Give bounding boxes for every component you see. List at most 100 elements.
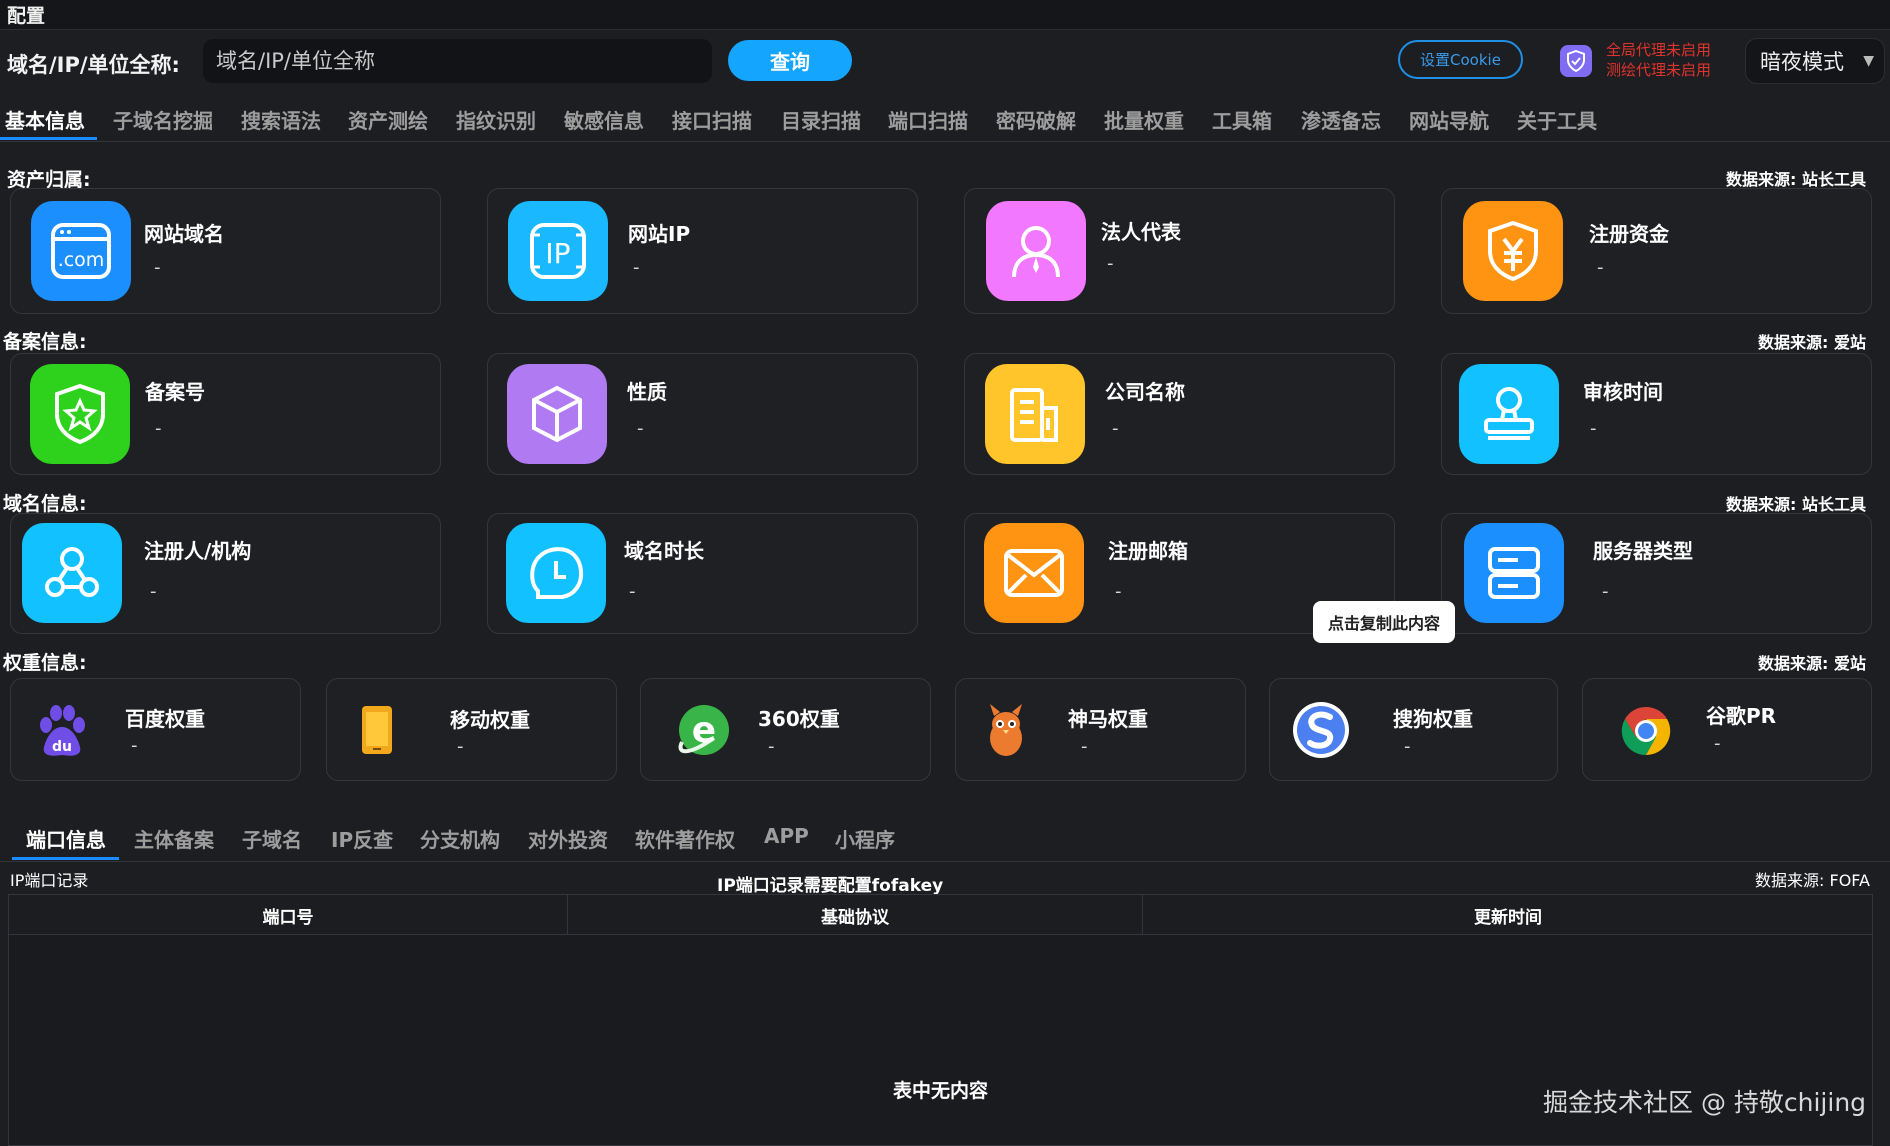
card-value[interactable]: - <box>155 418 162 439</box>
tab-toolbox[interactable]: 工具箱 <box>1212 105 1272 134</box>
tab-api-scan[interactable]: 接口扫描 <box>672 105 752 134</box>
card-value[interactable]: - <box>637 418 644 439</box>
tab-software-copyright[interactable]: 软件著作权 <box>635 824 735 853</box>
tab-pentest-notes[interactable]: 渗透备忘 <box>1301 105 1381 134</box>
card-registrant[interactable]: 注册人/机构 - <box>10 513 441 634</box>
card-review-time[interactable]: 审核时间 - <box>1441 353 1872 475</box>
tab-search-syntax[interactable]: 搜索语法 <box>241 105 321 134</box>
card-value[interactable]: - <box>1112 418 1119 439</box>
section-source-icp: 数据来源: 爱站 <box>1758 333 1866 352</box>
card-value[interactable]: - <box>131 735 138 756</box>
theme-mode-select[interactable]: 暗夜模式 ▼ <box>1745 38 1885 84</box>
card-reg-capital[interactable]: 注册资金 - <box>1441 188 1872 314</box>
card-title: 谷歌PR <box>1706 704 1777 728</box>
card-title: 注册人/机构 <box>144 539 252 563</box>
tab-fingerprint[interactable]: 指纹识别 <box>456 105 536 134</box>
tab-site-nav[interactable]: 网站导航 <box>1409 105 1489 134</box>
tab-investments[interactable]: 对外投资 <box>528 824 608 853</box>
tab-sensitive-info[interactable]: 敏感信息 <box>564 105 644 134</box>
menu-config[interactable]: 配置 <box>7 1 45 28</box>
tab-subdomains[interactable]: 子域名 <box>242 824 302 853</box>
tab-subdomain[interactable]: 子域名挖掘 <box>113 105 213 134</box>
card-google-pr[interactable]: 谷歌PR - <box>1582 678 1872 781</box>
card-title: 服务器类型 <box>1593 539 1693 563</box>
tab-asset-mapping[interactable]: 资产测绘 <box>348 105 428 134</box>
svg-text:IP: IP <box>545 237 570 270</box>
card-icp-number[interactable]: 备案号 - <box>10 353 441 475</box>
section-source-domain: 数据来源: 站长工具 <box>1726 495 1866 514</box>
active-detail-tab-indicator <box>12 857 119 860</box>
card-site-ip[interactable]: IP 网站IP - <box>487 188 918 314</box>
card-value[interactable]: - <box>1590 418 1597 439</box>
section-title-icp: 备案信息: <box>3 331 87 353</box>
svg-text:.com: .com <box>58 249 105 271</box>
tab-app[interactable]: APP <box>764 824 809 848</box>
tab-basic-info[interactable]: 基本信息 <box>5 105 85 134</box>
set-cookie-button[interactable]: 设置Cookie <box>1398 40 1523 79</box>
tab-batch-weight[interactable]: 批量权重 <box>1104 105 1184 134</box>
proxy-shield-icon[interactable] <box>1560 45 1592 77</box>
query-input[interactable] <box>203 39 712 83</box>
card-domain-age[interactable]: 域名时长 - <box>487 513 918 634</box>
card-value[interactable]: - <box>633 257 640 278</box>
query-label: 域名/IP/单位全称: <box>7 53 180 77</box>
column-header-protocol[interactable]: 基础协议 <box>568 895 1143 935</box>
theme-mode-value: 暗夜模式 <box>1760 50 1844 74</box>
card-nature[interactable]: 性质 - <box>487 353 918 475</box>
menu-bar: 配置 <box>0 0 1890 30</box>
tab-about[interactable]: 关于工具 <box>1517 105 1597 134</box>
card-value[interactable]: - <box>1115 581 1122 602</box>
card-value[interactable]: - <box>1404 736 1411 757</box>
section-source-asset: 数据来源: 站长工具 <box>1726 170 1866 189</box>
registrant-icon <box>22 523 122 623</box>
copy-tooltip: 点击复制此内容 <box>1313 601 1455 643</box>
card-title: 域名时长 <box>624 539 704 563</box>
card-title: 神马权重 <box>1068 707 1148 731</box>
card-value[interactable]: - <box>154 257 161 278</box>
card-title: 百度权重 <box>125 707 205 731</box>
star-shield-icon <box>30 364 130 464</box>
card-value[interactable]: - <box>1597 257 1604 278</box>
baidu-icon: du <box>34 701 89 759</box>
tab-dir-scan[interactable]: 目录扫描 <box>781 105 861 134</box>
query-button[interactable]: 查询 <box>728 40 852 81</box>
card-site-domain[interactable]: .com 网站域名 - <box>10 188 441 314</box>
card-360-weight[interactable]: e 360权重 - <box>640 678 931 781</box>
card-baidu-weight[interactable]: du 百度权重 - <box>10 678 301 781</box>
column-header-update-time[interactable]: 更新时间 <box>1143 895 1873 935</box>
card-mobile-weight[interactable]: 移动权重 - <box>326 678 617 781</box>
tab-password-crack[interactable]: 密码破解 <box>996 105 1076 134</box>
card-sogou-weight[interactable]: 搜狗权重 - <box>1269 678 1558 781</box>
tab-port-info[interactable]: 端口信息 <box>26 824 106 853</box>
table-header: 端口号 基础协议 更新时间 <box>9 895 1872 935</box>
building-icon <box>985 364 1085 464</box>
card-legal-rep[interactable]: 法人代表 - <box>964 188 1395 314</box>
card-value[interactable]: - <box>1714 733 1721 754</box>
stamp-icon <box>1459 364 1559 464</box>
card-value[interactable]: - <box>1602 581 1609 602</box>
card-title: 网站IP <box>628 222 691 246</box>
card-server-type[interactable]: 服务器类型 - <box>1441 513 1872 634</box>
tab-ip-reverse[interactable]: IP反查 <box>331 824 393 853</box>
card-value[interactable]: - <box>457 736 464 757</box>
card-title: 审核时间 <box>1583 380 1663 404</box>
card-value[interactable]: - <box>629 581 636 602</box>
card-value[interactable]: - <box>1081 736 1088 757</box>
card-title: 备案号 <box>145 380 205 404</box>
card-title: 法人代表 <box>1101 220 1181 244</box>
tab-mini-program[interactable]: 小程序 <box>835 824 895 853</box>
tab-entity-icp[interactable]: 主体备案 <box>134 824 214 853</box>
chevron-down-icon: ▼ <box>1863 53 1874 69</box>
card-title: 移动权重 <box>450 708 530 732</box>
card-value[interactable]: - <box>768 736 775 757</box>
card-company-name[interactable]: 公司名称 - <box>964 353 1395 475</box>
svg-text:du: du <box>52 739 72 755</box>
card-shenma-weight[interactable]: 神马权重 - <box>955 678 1246 781</box>
proxy-test-status: 测绘代理未启用 <box>1606 61 1712 79</box>
column-header-port[interactable]: 端口号 <box>9 895 568 935</box>
card-value[interactable]: - <box>1107 253 1114 274</box>
card-value[interactable]: - <box>150 581 157 602</box>
card-title: 360权重 <box>758 707 840 731</box>
tab-port-scan[interactable]: 端口扫描 <box>888 105 968 134</box>
tab-branches[interactable]: 分支机构 <box>420 824 500 853</box>
